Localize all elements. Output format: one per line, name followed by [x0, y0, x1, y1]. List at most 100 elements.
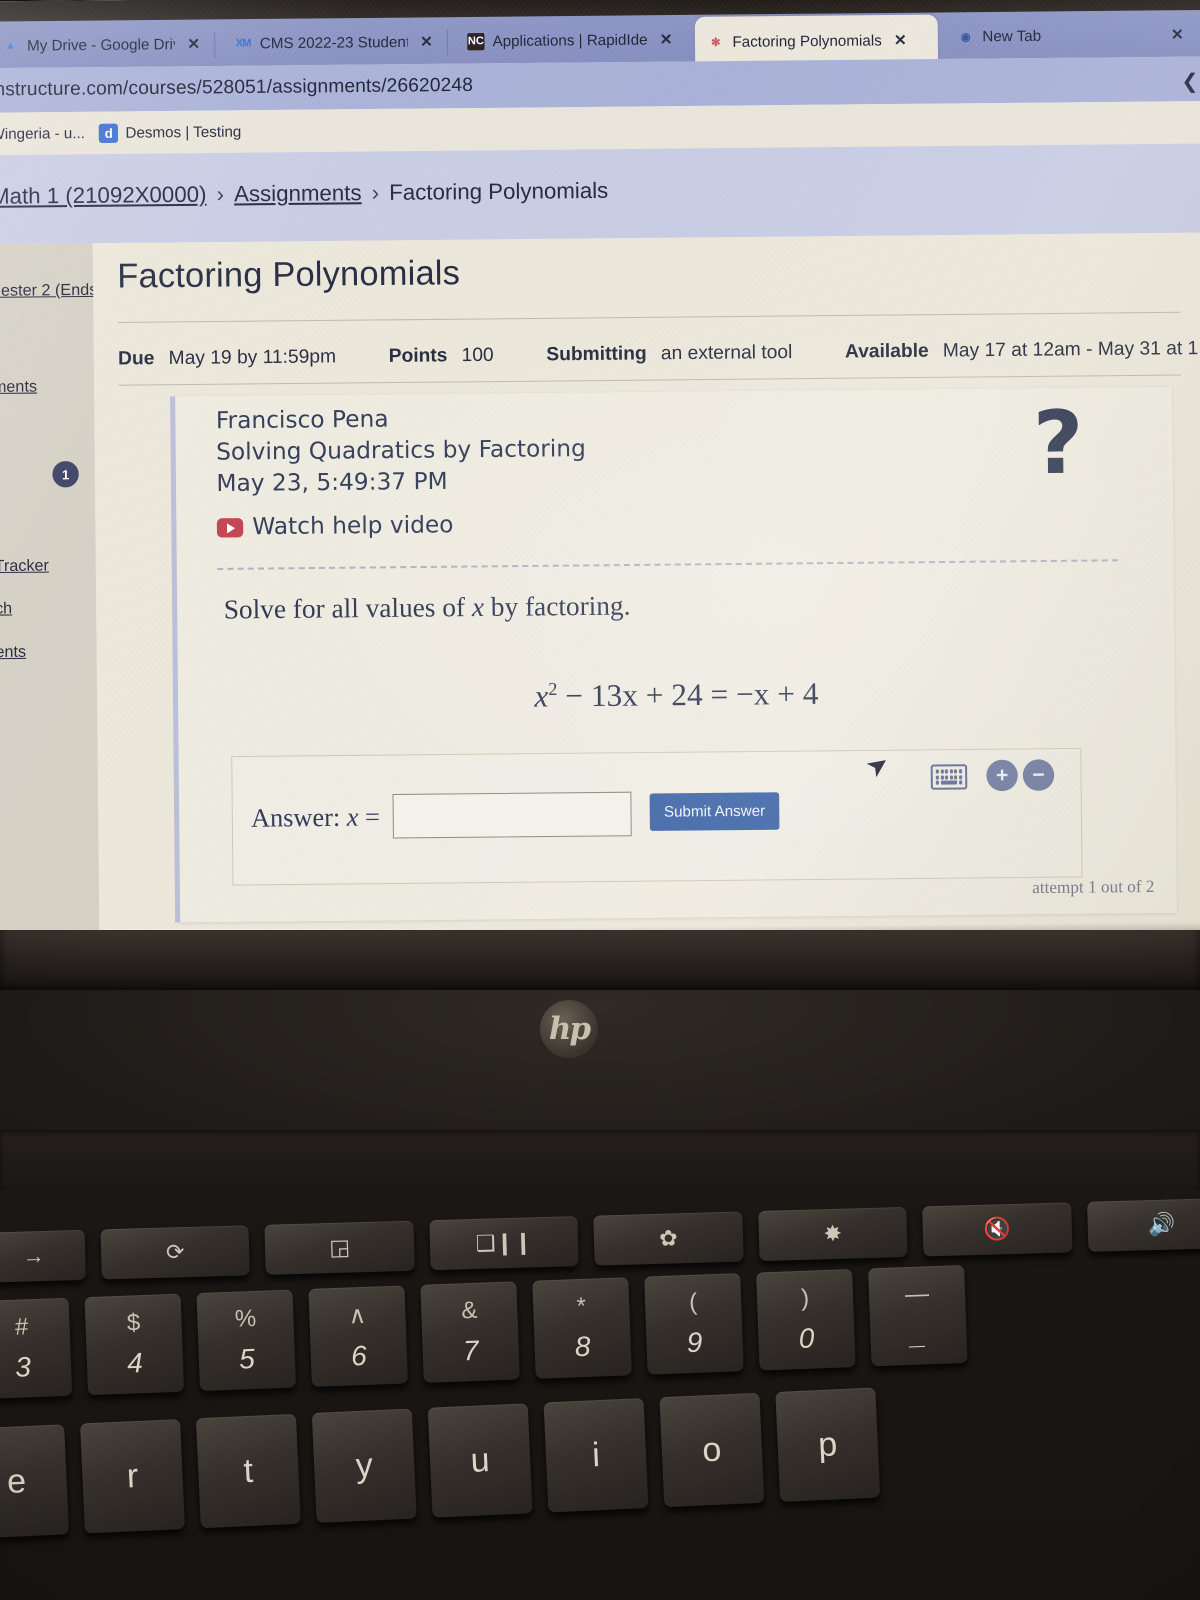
key-7[interactable]: & 7 — [420, 1281, 520, 1383]
equation-exponent: 2 — [548, 678, 558, 700]
answer-area: Answer: x = Submit Answer ➤ + − — [231, 746, 1083, 886]
key-3[interactable]: #3 — [0, 1297, 73, 1400]
breadcrumb-course-link[interactable]: Math 1 (21092X0000) — [0, 181, 207, 209]
page-title: Factoring Polynomials — [117, 253, 461, 296]
breadcrumb: Math 1 (21092X0000) › Assignments › Fact… — [0, 178, 608, 210]
prompt-pre: Solve for all values of — [223, 591, 473, 625]
key-r[interactable]: r — [80, 1419, 185, 1534]
sidebar-item-search[interactable]: ch — [0, 600, 12, 618]
key-upper-glyph: — — [904, 1280, 930, 1309]
tab-close-icon[interactable]: ✕ — [1171, 25, 1184, 43]
browser-tab-applications-rapididentity[interactable]: NC Applications | RapidIde ✕ — [455, 17, 688, 64]
bookmark-wingeria[interactable]: Wingeria - u... — [0, 124, 85, 142]
key-u[interactable]: u — [427, 1403, 533, 1518]
canvas-icon: ✼ — [711, 36, 721, 49]
key-p[interactable]: p — [775, 1387, 881, 1502]
browser-tab-my-drive[interactable]: ▲ My Drive - Google Drive ✕ — [0, 22, 210, 69]
zoom-in-icon[interactable]: + — [986, 759, 1018, 792]
tab-label: New Tab — [982, 27, 1042, 45]
key-upper-glyph: $ — [126, 1309, 141, 1337]
submitting-value: an external tool — [660, 341, 793, 365]
key-0[interactable]: ) 0 — [756, 1269, 856, 1371]
sidebar-item-tracker[interactable]: Tracker — [0, 557, 49, 576]
key-lower-glyph: 7 — [462, 1334, 480, 1367]
key-glyph: ✿ — [658, 1225, 678, 1251]
key-lower-glyph: 3 — [14, 1351, 32, 1383]
tab-close-icon[interactable]: ✕ — [894, 31, 907, 49]
key-y[interactable]: y — [311, 1408, 417, 1523]
sidebar-item-students[interactable]: ents — [0, 644, 26, 663]
tab-arrow-key[interactable]: → — [0, 1229, 86, 1283]
key-t[interactable]: t — [195, 1413, 301, 1529]
overview-key[interactable]: ❑❙❙ — [429, 1216, 579, 1271]
key-upper-glyph: ∧ — [348, 1301, 367, 1330]
tab-close-icon[interactable]: ✕ — [187, 35, 200, 53]
key-glyph: y — [354, 1445, 374, 1485]
bookmark-desmos-testing[interactable]: d Desmos | Testing — [99, 122, 241, 143]
prompt-variable: x — [471, 591, 485, 623]
answer-label-variable: x — [346, 802, 359, 832]
divider — [117, 311, 1181, 323]
brightness-down-key[interactable]: ✿ — [593, 1211, 744, 1266]
key-glyph: ◲ — [328, 1234, 351, 1261]
keyboard-icon[interactable] — [930, 764, 968, 790]
key-glyph: 🔊 — [1147, 1211, 1176, 1238]
key-o[interactable]: o — [659, 1392, 765, 1508]
browser-tab-new-tab[interactable]: ◉ New Tab ✕ — [945, 12, 1188, 59]
key-lower-glyph: 9 — [686, 1326, 703, 1359]
tab-label: CMS 2022-23 Student S — [259, 33, 409, 52]
share-icon[interactable]: ❮ — [1181, 69, 1198, 94]
tab-label: My Drive - Google Drive — [26, 35, 176, 55]
due-label: Due — [118, 347, 155, 370]
key-glyph: i — [591, 1435, 601, 1474]
key-4[interactable]: $4 — [84, 1293, 185, 1396]
sidebar-item-assignments[interactable]: ments — [0, 378, 37, 397]
bookmark-label: Wingeria - u... — [0, 124, 86, 143]
fullscreen-key[interactable]: ◲ — [264, 1220, 415, 1275]
answer-label-equals: = — [358, 802, 381, 832]
xm-icon: XM — [235, 37, 251, 50]
brightness-up-key[interactable]: ✸ — [757, 1206, 908, 1262]
question-mark-icon[interactable]: ? — [1032, 393, 1083, 495]
tab-close-icon[interactable]: ✕ — [660, 30, 673, 48]
mute-key[interactable]: 🔇 — [922, 1202, 1073, 1257]
tab-label: Factoring Polynomials — [732, 31, 882, 51]
key-6[interactable]: ∧ 6 — [308, 1285, 408, 1387]
key-e[interactable]: e — [0, 1424, 70, 1539]
prompt-post: by factoring. — [483, 590, 631, 623]
breadcrumb-assignments-link[interactable]: Assignments — [234, 180, 362, 208]
url-text[interactable]: instructure.com/courses/528051/assignmen… — [0, 75, 473, 102]
key-i[interactable]: i — [543, 1398, 649, 1513]
key-9[interactable]: (9 — [644, 1273, 744, 1375]
tool-header: Francisco Pena Solving Quadratics by Fac… — [216, 402, 587, 543]
key-lower-glyph: 4 — [126, 1347, 144, 1379]
key-glyph: ❑❙❙ — [475, 1229, 533, 1256]
answer-input[interactable] — [392, 791, 632, 839]
watch-help-video-link[interactable]: Watch help video — [216, 509, 587, 544]
submit-answer-button[interactable]: Submit Answer — [649, 792, 780, 831]
key-_[interactable]: — _ — [868, 1264, 968, 1367]
key-lower-glyph: 6 — [350, 1339, 368, 1371]
zoom-out-icon[interactable]: − — [1022, 759, 1055, 791]
tab-label: Applications | RapidIde — [492, 30, 648, 50]
key-upper-glyph: % — [234, 1304, 257, 1333]
key-5[interactable]: % 5 — [196, 1289, 297, 1392]
key-glyph: ⟳ — [165, 1239, 185, 1265]
browser-tab-cms-student[interactable]: XM CMS 2022-23 Student S ✕ — [222, 19, 443, 66]
bookmark-label: Desmos | Testing — [125, 122, 242, 142]
available-value: May 17 at 12am - May 31 at 1 — [942, 337, 1199, 362]
key-upper-glyph: # — [14, 1313, 29, 1341]
external-tool-frame: Francisco Pena Solving Quadratics by Fac… — [175, 386, 1177, 923]
volume-up-key[interactable]: 🔊 — [1086, 1197, 1200, 1252]
google-drive-icon: ▲ — [4, 39, 16, 52]
key-glyph: u — [469, 1440, 491, 1480]
submitting-label: Submitting — [546, 343, 647, 366]
assignment-meta: Due May 19 by 11:59pm Points 100 Submitt… — [118, 338, 1198, 371]
key-8[interactable]: * 8 — [532, 1277, 632, 1379]
refresh-key[interactable]: ⟳ — [100, 1225, 251, 1280]
breadcrumb-current: Factoring Polynomials — [389, 177, 609, 205]
equation-rhs: −x + 4 — [735, 675, 819, 712]
youtube-play-icon — [216, 518, 244, 538]
key-lower-glyph: 0 — [798, 1322, 815, 1355]
tab-close-icon[interactable]: ✕ — [420, 33, 433, 51]
